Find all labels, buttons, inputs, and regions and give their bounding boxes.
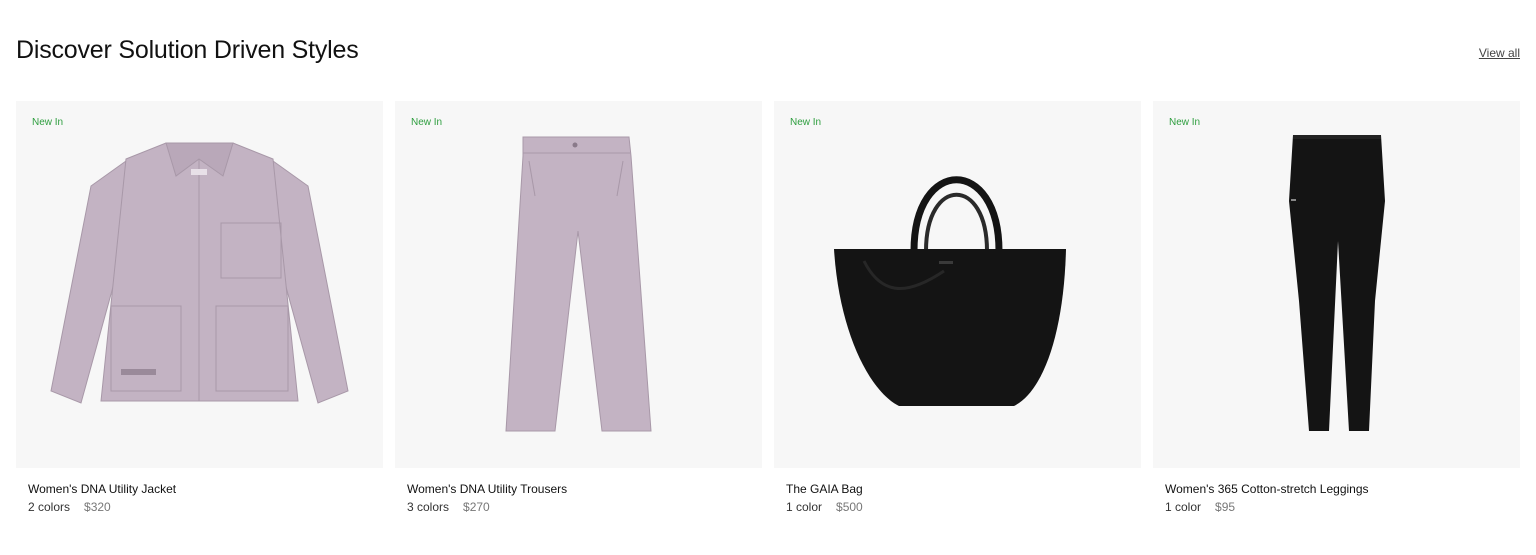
color-count: 1 color (1165, 500, 1202, 514)
product-image[interactable]: New In (395, 101, 762, 468)
view-all-link[interactable]: View all (1479, 46, 1520, 60)
tote-bag-icon (834, 176, 1066, 406)
product-card[interactable]: New In Women's DNA Utility Trousers 3 co… (395, 101, 762, 514)
product-card[interactable]: New In Women's 365 Cotton-stretch Leggin… (1153, 101, 1520, 514)
product-price: $270 (463, 500, 490, 514)
section-title: Discover Solution Driven Styles (16, 36, 359, 64)
product-image[interactable]: New In (1153, 101, 1520, 468)
product-price: $320 (84, 500, 111, 514)
product-card[interactable]: New In The GAIA Bag 1 color $500 (774, 101, 1141, 514)
trousers-icon (505, 136, 652, 432)
product-name[interactable]: Women's DNA Utility Trousers (407, 482, 750, 496)
product-name[interactable]: Women's DNA Utility Jacket (28, 482, 371, 496)
product-grid: New In Women's DNA Utility Jacket 2 colo… (16, 101, 1520, 514)
color-count: 2 colors (28, 500, 71, 514)
product-name[interactable]: Women's 365 Cotton-stretch Leggings (1165, 482, 1508, 496)
color-count: 3 colors (407, 500, 450, 514)
product-image[interactable]: New In (774, 101, 1141, 468)
jacket-icon (50, 142, 349, 404)
product-name[interactable]: The GAIA Bag (786, 482, 1129, 496)
product-price: $500 (836, 500, 863, 514)
color-count: 1 color (786, 500, 823, 514)
product-image[interactable]: New In (16, 101, 383, 468)
product-card[interactable]: New In Women's DNA Utility Jacket 2 colo… (16, 101, 383, 514)
product-price: $95 (1215, 500, 1236, 514)
leggings-icon (1289, 135, 1385, 431)
